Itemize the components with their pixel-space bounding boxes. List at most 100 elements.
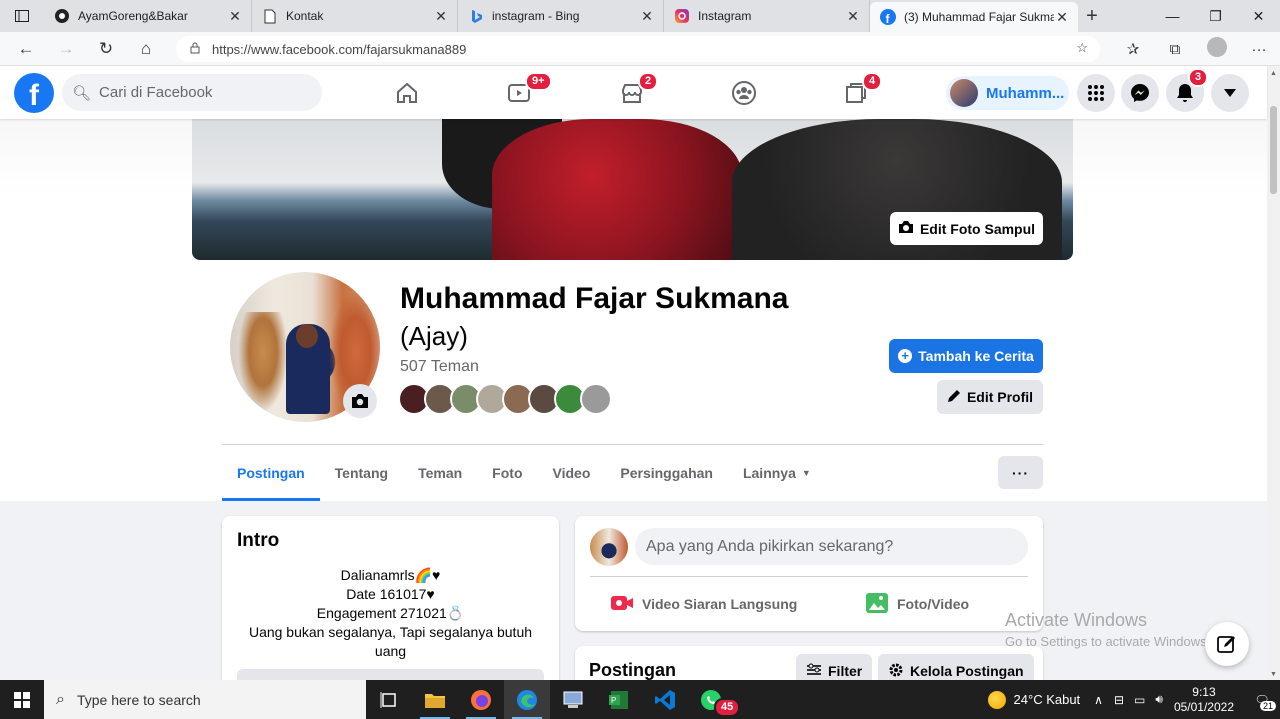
posts-title: Postingan (589, 660, 677, 680)
nav-gaming-icon[interactable]: 4 (836, 72, 883, 110)
browser-tab-kontak[interactable]: Kontak ✕ (252, 0, 458, 32)
windows-start-icon[interactable] (0, 680, 44, 719)
nav-groups-icon[interactable] (724, 76, 764, 110)
tab-foto[interactable]: Foto (477, 445, 537, 501)
account-dropdown-icon[interactable] (1211, 74, 1249, 112)
action-center-icon[interactable]: 🗨︎ 21 (1244, 693, 1280, 711)
profile-more-button[interactable]: ··· (998, 456, 1043, 489)
add-story-label: Tambah ke Cerita (918, 348, 1034, 364)
close-icon[interactable]: ✕ (433, 8, 449, 25)
vscode-icon[interactable] (642, 680, 688, 719)
scroll-up-icon[interactable]: ▲ (1270, 70, 1277, 77)
browser-tab-instagram[interactable]: Instagram ✕ (664, 0, 870, 32)
user-profile-pill[interactable]: Muhamm... (946, 76, 1069, 110)
menu-grid-icon[interactable] (1077, 74, 1115, 112)
notifications-bell-icon[interactable]: 3 (1166, 68, 1209, 112)
new-message-compose-icon[interactable] (1205, 622, 1249, 666)
search-icon: ⌕ (56, 690, 65, 708)
browser-tools: ✰ ⧉ ··· (1112, 32, 1280, 66)
live-video-icon (610, 594, 634, 615)
network-icon[interactable]: ▭ (1134, 693, 1145, 707)
facebook-icon: f (880, 9, 896, 25)
scroll-thumb[interactable] (1270, 106, 1277, 194)
edit-profile-label: Edit Profil (966, 389, 1034, 405)
page-scrollbar[interactable]: ▲ ▼ (1267, 66, 1280, 680)
friend-avatar[interactable] (580, 383, 612, 415)
tab-tentang[interactable]: Tentang (320, 445, 403, 501)
avatar (950, 79, 978, 107)
weather-widget[interactable]: 24°C Kabut (987, 690, 1080, 709)
whats-on-your-mind-input[interactable]: Apa yang Anda pikirkan sekarang? (635, 528, 1028, 565)
close-icon[interactable]: ✕ (1054, 9, 1070, 26)
restore-icon[interactable]: ❐ (1194, 0, 1237, 32)
fb-search-input[interactable]: 🔍︎ Cari di Facebook (62, 74, 322, 111)
new-tab-icon[interactable]: + (1078, 5, 1106, 28)
minimize-icon[interactable]: — (1151, 0, 1194, 32)
nav-marketplace-icon[interactable]: 2 (612, 72, 659, 110)
edit-cover-button[interactable]: Edit Foto Sampul (890, 212, 1043, 245)
edit-profile-button[interactable]: Edit Profil (937, 380, 1043, 414)
file-explorer-icon[interactable] (412, 680, 458, 719)
tab-actions-icon[interactable] (0, 0, 44, 32)
whatsapp-icon[interactable]: 45 (688, 680, 741, 719)
friends-count[interactable]: 507 Teman (400, 358, 479, 376)
refresh-icon[interactable]: ↻ (86, 32, 126, 66)
settings-more-icon[interactable]: ··· (1238, 41, 1280, 58)
tab-postingan[interactable]: Postingan (222, 445, 320, 501)
clock[interactable]: 9:13 05/01/2022 (1174, 685, 1234, 715)
window-close-icon[interactable]: ✕ (1237, 0, 1280, 32)
profile-name: Muhammad Fajar Sukmana (400, 282, 789, 315)
nav-watch-icon[interactable]: 9+ (499, 72, 552, 110)
filter-label: Filter (828, 663, 863, 679)
taskbar-search-input[interactable]: ⌕ Type here to search (44, 680, 366, 719)
task-view-icon[interactable] (366, 680, 412, 719)
whatsapp-badge: 45 (714, 698, 741, 717)
browser-tab-bing[interactable]: instagram - Bing ✕ (458, 0, 664, 32)
avatar[interactable] (590, 528, 628, 566)
volume-icon[interactable]: 🔊︎ (1155, 692, 1163, 707)
profile-icon[interactable] (1196, 37, 1238, 61)
bio-line: Date 161017♥ (346, 586, 435, 602)
close-icon[interactable]: ✕ (845, 8, 861, 25)
back-icon[interactable]: ← (6, 32, 46, 66)
scroll-down-icon[interactable]: ▼ (1270, 671, 1277, 678)
browser-tab-ayamgoreng[interactable]: AyamGoreng&Bakar ✕ (44, 0, 252, 32)
photo-video-button[interactable]: Foto/Video (865, 588, 969, 620)
home-icon[interactable]: ⌂ (126, 32, 166, 66)
chrome-circle-icon (54, 8, 70, 24)
bio-line: Uang bukan segalanya, Tapi segalanya but… (248, 624, 533, 659)
tab-persinggahan[interactable]: Persinggahan (605, 445, 728, 501)
network-app-icon[interactable] (550, 680, 596, 719)
close-icon[interactable]: ✕ (639, 8, 655, 25)
post-composer-card: Apa yang Anda pikirkan sekarang? Video S… (575, 516, 1043, 631)
forward-icon[interactable]: → (46, 32, 86, 66)
add-story-button[interactable]: + Tambah ke Cerita (889, 339, 1043, 373)
url-text: https://www.facebook.com/fajarsukmana889 (212, 41, 467, 57)
close-icon[interactable]: ✕ (227, 8, 243, 25)
windows-taskbar: ⌕ Type here to search P 45 24°C Kabut ∧ … (0, 680, 1280, 719)
live-video-button[interactable]: Video Siaran Langsung (610, 588, 797, 620)
messenger-icon[interactable] (1121, 74, 1159, 112)
update-profile-picture-camera-icon[interactable] (343, 384, 377, 418)
photo-icon (865, 592, 889, 617)
browser-tab-facebook[interactable]: f (3) Muhammad Fajar Sukman ✕ (870, 2, 1078, 32)
firefox-icon[interactable] (458, 680, 504, 719)
live-video-label: Video Siaran Langsung (642, 596, 798, 612)
facebook-logo-icon[interactable]: f (14, 73, 54, 113)
nav-home-icon[interactable] (387, 76, 427, 110)
tray-chevron-icon[interactable]: ∧ (1094, 693, 1103, 707)
tab-video[interactable]: Video (538, 445, 606, 501)
excel-like-icon[interactable]: P (596, 680, 642, 719)
collections-icon[interactable]: ⧉ (1154, 41, 1196, 58)
composer-divider (590, 576, 1028, 577)
favorites-icon[interactable]: ✰ (1112, 40, 1154, 58)
favorite-star-icon[interactable]: ☆ (1076, 40, 1088, 56)
bio-line: Dalianamrls🌈♥ (340, 567, 441, 583)
tab-lainnya[interactable]: Lainnya ▼ (728, 445, 826, 501)
svg-text:P: P (611, 696, 616, 705)
edge-icon[interactable] (504, 680, 550, 719)
url-field[interactable]: https://www.facebook.com/fajarsukmana889… (176, 36, 1100, 62)
tab-teman[interactable]: Teman (403, 445, 477, 501)
tray-app-icon[interactable]: ⊟ (1114, 693, 1124, 707)
search-icon: 🔍︎ (72, 84, 92, 102)
